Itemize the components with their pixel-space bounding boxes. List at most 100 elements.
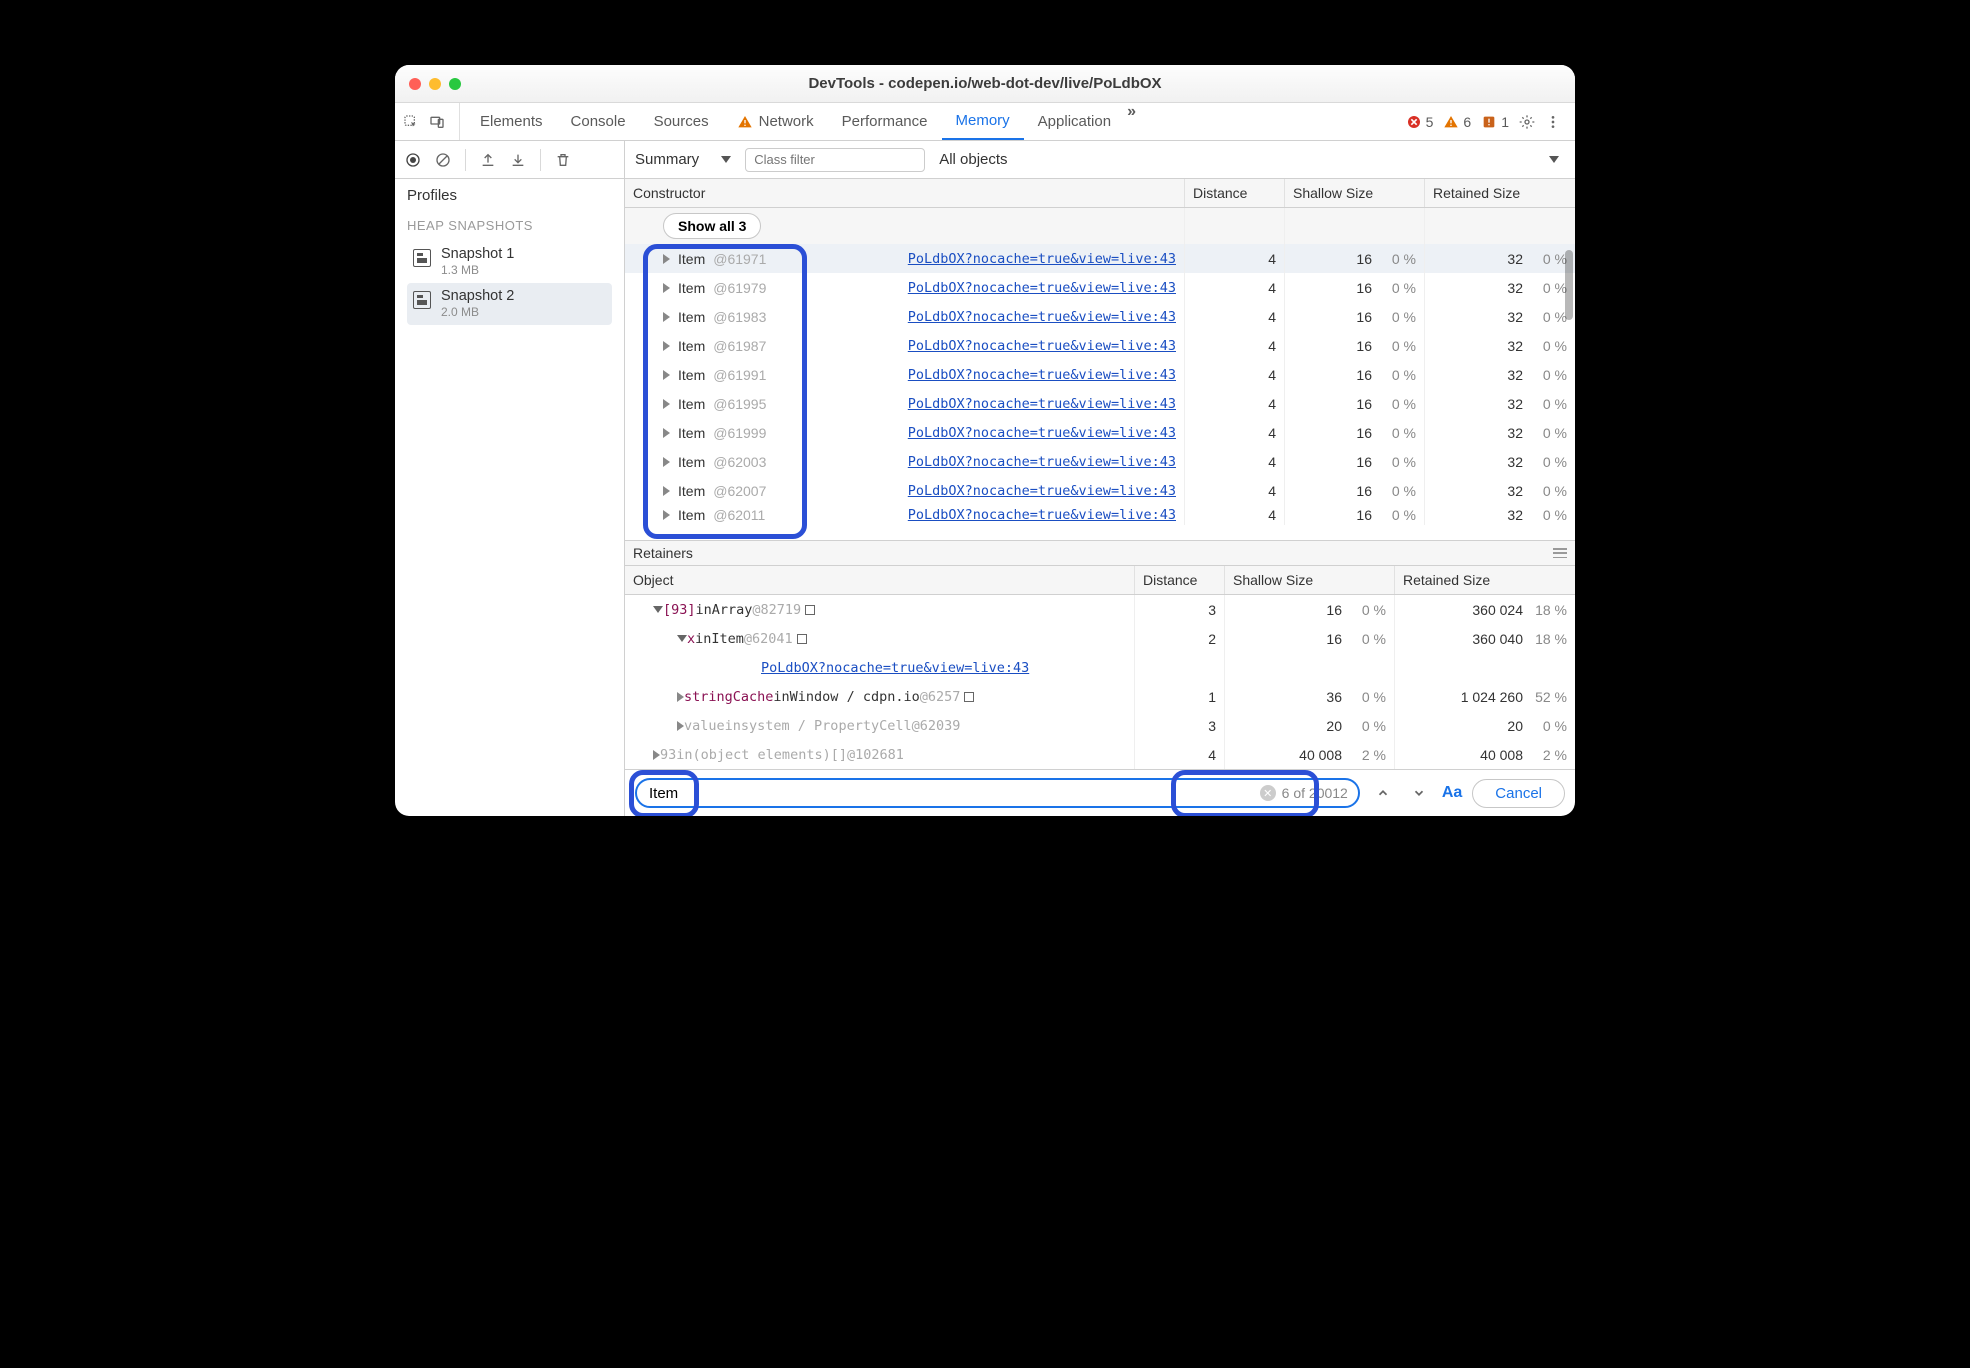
expand-icon[interactable]: [663, 312, 670, 322]
column-retained[interactable]: Retained Size: [1395, 566, 1575, 594]
tab-application[interactable]: Application: [1024, 103, 1125, 140]
close-window-icon[interactable]: [409, 78, 421, 90]
cell-distance: 3: [1135, 595, 1225, 624]
table-row[interactable]: Item @61971PoLdbOX?nocache=true&view=liv…: [625, 244, 1575, 273]
retainers-header: Retainers: [625, 540, 1575, 566]
retainer-key: stringCache: [684, 689, 773, 705]
cancel-button[interactable]: Cancel: [1472, 779, 1565, 808]
clear-icon[interactable]: [435, 152, 451, 168]
download-icon[interactable]: [510, 152, 526, 168]
cell-retained: 1 024 26052 %: [1395, 682, 1575, 711]
tab-elements[interactable]: Elements: [466, 103, 557, 140]
inspect-icon[interactable]: [403, 114, 419, 130]
snapshot-item[interactable]: Snapshot 22.0 MB: [407, 283, 612, 325]
search-input[interactable]: [649, 785, 1260, 802]
expand-icon[interactable]: [663, 370, 670, 380]
expand-icon[interactable]: [663, 399, 670, 409]
search-prev-button[interactable]: [1370, 780, 1396, 806]
expand-icon[interactable]: [653, 606, 663, 613]
tabs-overflow-button[interactable]: »: [1127, 103, 1134, 140]
column-distance[interactable]: Distance: [1135, 566, 1225, 594]
table-row[interactable]: Item @62011PoLdbOX?nocache=true&view=liv…: [625, 505, 1575, 525]
source-link[interactable]: PoLdbOX?nocache=true&view=live:43: [908, 309, 1176, 325]
error-count-badge[interactable]: 5: [1406, 114, 1434, 130]
retainer-row[interactable]: value in system / PropertyCell @62039320…: [625, 711, 1575, 740]
show-all-button[interactable]: Show all 3: [663, 213, 761, 239]
column-shallow[interactable]: Shallow Size: [1285, 179, 1425, 207]
source-link[interactable]: PoLdbOX?nocache=true&view=live:43: [908, 396, 1176, 412]
issues-count-badge[interactable]: 1: [1481, 114, 1509, 130]
snapshot-item[interactable]: Snapshot 11.3 MB: [407, 241, 612, 283]
chevron-down-icon[interactable]: [1549, 156, 1559, 163]
cell-retained: 320 %: [1425, 389, 1575, 418]
tab-sources[interactable]: Sources: [640, 103, 723, 140]
expand-icon[interactable]: [663, 341, 670, 351]
record-icon[interactable]: [405, 152, 421, 168]
source-link[interactable]: PoLdbOX?nocache=true&view=live:43: [908, 251, 1176, 267]
expand-icon[interactable]: [663, 283, 670, 293]
retainer-row[interactable]: [93] in Array @82719 3160 %360 02418 %: [625, 595, 1575, 624]
source-link[interactable]: PoLdbOX?nocache=true&view=live:43: [908, 338, 1176, 354]
source-link[interactable]: PoLdbOX?nocache=true&view=live:43: [908, 367, 1176, 383]
device-icon[interactable]: [429, 114, 445, 130]
table-row[interactable]: Item @61999PoLdbOX?nocache=true&view=liv…: [625, 418, 1575, 447]
cell-distance: 4: [1185, 447, 1285, 476]
column-retained[interactable]: Retained Size: [1425, 179, 1575, 207]
snapshot-name: Snapshot 2: [441, 289, 514, 305]
expand-icon[interactable]: [663, 457, 670, 467]
tab-performance[interactable]: Performance: [828, 103, 942, 140]
delete-icon[interactable]: [555, 152, 571, 168]
retainer-row[interactable]: x in Item @62041 2160 %360 04018 %: [625, 624, 1575, 653]
source-link[interactable]: PoLdbOX?nocache=true&view=live:43: [908, 454, 1176, 470]
tab-network[interactable]: Network: [723, 103, 828, 140]
cell-retained: 360 02418 %: [1395, 595, 1575, 624]
expand-icon[interactable]: [663, 510, 670, 520]
settings-icon[interactable]: [1519, 114, 1535, 130]
source-link[interactable]: PoLdbOX?nocache=true&view=live:43: [761, 660, 1029, 676]
box-icon: [797, 634, 807, 644]
snapshot-icon: [413, 291, 431, 309]
search-next-button[interactable]: [1406, 780, 1432, 806]
upload-icon[interactable]: [480, 152, 496, 168]
table-row[interactable]: Item @61979PoLdbOX?nocache=true&view=liv…: [625, 273, 1575, 302]
menu-icon[interactable]: [1553, 548, 1567, 558]
row-id: @61995: [713, 396, 766, 412]
retainer-id: @62041: [744, 631, 793, 647]
minimize-window-icon[interactable]: [429, 78, 441, 90]
warning-count-badge[interactable]: 6: [1443, 114, 1471, 130]
source-link[interactable]: PoLdbOX?nocache=true&view=live:43: [908, 425, 1176, 441]
retainer-row[interactable]: stringCache in Window / cdpn.io @6257 13…: [625, 682, 1575, 711]
view-dropdown[interactable]: Summary: [635, 151, 731, 168]
scrollbar-thumb[interactable]: [1565, 250, 1573, 320]
column-object[interactable]: Object: [625, 566, 1135, 594]
expand-icon[interactable]: [677, 721, 684, 731]
table-row[interactable]: Item @61995PoLdbOX?nocache=true&view=liv…: [625, 389, 1575, 418]
clear-search-icon[interactable]: ✕: [1260, 785, 1276, 801]
table-row[interactable]: Item @62003PoLdbOX?nocache=true&view=liv…: [625, 447, 1575, 476]
table-row[interactable]: Item @61987PoLdbOX?nocache=true&view=liv…: [625, 331, 1575, 360]
expand-icon[interactable]: [663, 254, 670, 264]
retainer-row[interactable]: PoLdbOX?nocache=true&view=live:43: [625, 653, 1575, 682]
class-filter-input[interactable]: [745, 148, 925, 172]
expand-icon[interactable]: [663, 486, 670, 496]
table-row[interactable]: Item @61991PoLdbOX?nocache=true&view=liv…: [625, 360, 1575, 389]
column-shallow[interactable]: Shallow Size: [1225, 566, 1395, 594]
table-row[interactable]: Item @61983PoLdbOX?nocache=true&view=liv…: [625, 302, 1575, 331]
column-constructor[interactable]: Constructor: [625, 179, 1185, 207]
source-link[interactable]: PoLdbOX?nocache=true&view=live:43: [908, 483, 1176, 499]
objects-dropdown[interactable]: All objects: [939, 151, 1007, 168]
match-case-button[interactable]: Aa: [1442, 784, 1462, 802]
tab-memory[interactable]: Memory: [942, 103, 1024, 140]
expand-icon[interactable]: [677, 692, 684, 702]
source-link[interactable]: PoLdbOX?nocache=true&view=live:43: [908, 507, 1176, 523]
retainer-row[interactable]: 93 in (object elements)[] @102681440 008…: [625, 740, 1575, 769]
column-distance[interactable]: Distance: [1185, 179, 1285, 207]
tab-console[interactable]: Console: [557, 103, 640, 140]
expand-icon[interactable]: [677, 635, 687, 642]
more-icon[interactable]: [1545, 114, 1561, 130]
table-row[interactable]: Item @62007PoLdbOX?nocache=true&view=liv…: [625, 476, 1575, 505]
expand-icon[interactable]: [653, 750, 660, 760]
maximize-window-icon[interactable]: [449, 78, 461, 90]
source-link[interactable]: PoLdbOX?nocache=true&view=live:43: [908, 280, 1176, 296]
expand-icon[interactable]: [663, 428, 670, 438]
